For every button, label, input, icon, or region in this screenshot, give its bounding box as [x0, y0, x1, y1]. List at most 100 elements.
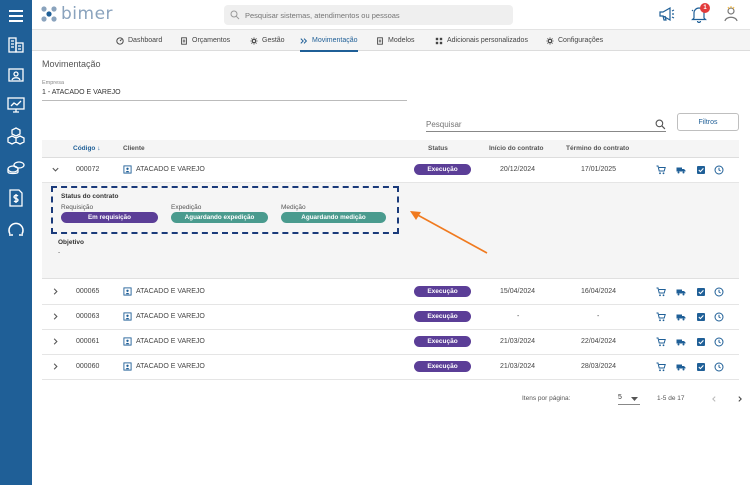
items-per-page-value: 5 — [618, 394, 622, 401]
row-termino: 28/03/2024 — [581, 363, 617, 370]
grid-icon — [435, 37, 443, 44]
checkbox-icon[interactable] — [696, 312, 706, 322]
tab-label: Orçamentos — [192, 37, 231, 44]
pagination: Itens por página: 5 1-5 de 17 — [522, 393, 742, 407]
empresa-select[interactable]: 1 - ATACADO E VAREJO — [42, 89, 121, 96]
chevron-right-icon[interactable] — [51, 362, 60, 371]
row-cliente: ATACADO E VAREJO — [136, 338, 205, 345]
monitor-chart-icon[interactable] — [4, 94, 28, 116]
notification-badge: 1 — [700, 3, 710, 13]
checkbox-icon[interactable] — [696, 165, 706, 175]
clock-icon[interactable] — [714, 287, 724, 297]
row-inicio: 20/12/2024 — [500, 166, 536, 173]
truck-icon[interactable] — [676, 312, 686, 322]
tab-label: Movimentação — [312, 37, 358, 44]
global-search[interactable] — [224, 5, 513, 25]
row-termino: 16/04/2024 — [581, 288, 617, 295]
checkbox-icon[interactable] — [696, 337, 706, 347]
clock-icon[interactable] — [714, 337, 724, 347]
client-card-icon — [123, 337, 132, 346]
truck-icon[interactable] — [676, 165, 686, 175]
user-icon — [724, 6, 738, 22]
truck-icon[interactable] — [676, 287, 686, 297]
row-termino: 22/04/2024 — [581, 338, 617, 345]
megaphone-icon[interactable] — [656, 3, 678, 25]
table-row[interactable]: 000072 ATACADO E VAREJO Execução 20/12/2… — [42, 158, 739, 183]
header-termino: Término do contrato — [566, 145, 630, 152]
checkbox-icon[interactable] — [696, 287, 706, 297]
chevron-down-icon[interactable] — [51, 165, 60, 174]
global-search-input[interactable] — [245, 10, 495, 20]
module-tabs: Dashboard Orçamentos Gestão Movimentação… — [32, 30, 750, 52]
status-badge: Execução — [414, 286, 471, 297]
requisicao-label: Requisição — [61, 204, 94, 211]
header-cliente: Cliente — [123, 145, 145, 152]
tab-configuracoes[interactable]: Configurações — [546, 30, 603, 51]
cart-icon[interactable] — [656, 362, 666, 372]
user-avatar[interactable] — [720, 3, 742, 25]
cart-icon[interactable] — [656, 337, 666, 347]
buildings-icon[interactable] — [4, 34, 28, 56]
chevron-right-icon[interactable] — [51, 312, 60, 321]
cart-icon[interactable] — [656, 312, 666, 322]
row-termino: 17/01/2025 — [581, 166, 617, 173]
table-search-input[interactable] — [426, 120, 655, 129]
menu-icon[interactable] — [4, 5, 28, 27]
id-card-icon[interactable] — [4, 64, 28, 86]
table-row[interactable]: 000060 ATACADO E VAREJO Execução 21/03/2… — [42, 355, 739, 380]
cart-icon[interactable] — [656, 165, 666, 175]
tab-label: Gestão — [262, 37, 285, 44]
tab-dashboard[interactable]: Dashboard — [116, 30, 162, 51]
checkbox-icon[interactable] — [696, 362, 706, 372]
empresa-underline — [42, 100, 407, 101]
contract-status-title: Status do contrato — [61, 193, 119, 200]
tab-movimentacao[interactable]: Movimentação — [300, 30, 358, 52]
tab-orcamentos[interactable]: Orçamentos — [180, 30, 230, 51]
truck-icon[interactable] — [676, 337, 686, 347]
client-card-icon — [123, 165, 132, 174]
row-codigo: 000063 — [76, 313, 100, 320]
movement-icon — [300, 37, 308, 44]
tab-gestao[interactable]: Gestão — [250, 30, 285, 51]
tab-modelos[interactable]: Modelos — [376, 30, 414, 51]
sidebar — [0, 0, 32, 485]
contract-status-highlight: Status do contrato Requisição Em requisi… — [51, 186, 399, 234]
chevron-right-icon[interactable] — [51, 337, 60, 346]
document-icon — [377, 36, 383, 45]
table-search[interactable] — [426, 118, 666, 132]
status-badge: Execução — [414, 336, 471, 347]
client-card-icon — [123, 312, 132, 321]
page-range: 1-5 de 17 — [657, 395, 685, 402]
row-detail-panel: Status do contrato Requisição Em requisi… — [42, 183, 739, 279]
tab-adicionais[interactable]: Adicionais personalizados — [435, 30, 528, 51]
filters-button[interactable]: Filtros — [677, 113, 739, 131]
items-per-page-select[interactable]: 5 — [618, 393, 640, 405]
table-row[interactable]: 000065 ATACADO E VAREJO Execução 15/04/2… — [42, 280, 739, 305]
sort-down-icon: ↓ — [97, 145, 101, 152]
bimer-logo[interactable]: bimer — [40, 4, 113, 24]
clock-icon[interactable] — [714, 362, 724, 372]
main-content: Movimentação Empresa 1 - ATACADO E VAREJ… — [32, 52, 750, 485]
notifications-button[interactable]: 1 — [688, 3, 710, 25]
client-card-icon — [123, 287, 132, 296]
status-badge: Execução — [414, 164, 471, 175]
cart-icon[interactable] — [656, 287, 666, 297]
clock-icon[interactable] — [714, 165, 724, 175]
chevron-left-icon[interactable] — [710, 395, 718, 403]
boxes-icon[interactable] — [4, 125, 28, 147]
table-row[interactable]: 000061 ATACADO E VAREJO Execução 21/03/2… — [42, 330, 739, 355]
header-codigo[interactable]: Código ↓ — [73, 145, 100, 152]
table-row[interactable]: 000063 ATACADO E VAREJO Execução - - — [42, 305, 739, 330]
coins-icon[interactable] — [4, 156, 28, 178]
invoice-dollar-icon[interactable] — [4, 187, 28, 209]
chevron-right-icon[interactable] — [736, 395, 744, 403]
support-circle-icon[interactable] — [4, 218, 28, 240]
truck-icon[interactable] — [676, 362, 686, 372]
chevron-right-icon[interactable] — [51, 287, 60, 296]
search-icon[interactable] — [655, 119, 666, 130]
row-cliente: ATACADO E VAREJO — [136, 313, 205, 320]
row-inicio: 21/03/2024 — [500, 363, 536, 370]
tab-label: Adicionais personalizados — [447, 37, 528, 44]
clock-icon[interactable] — [714, 312, 724, 322]
tab-label: Dashboard — [128, 37, 163, 44]
